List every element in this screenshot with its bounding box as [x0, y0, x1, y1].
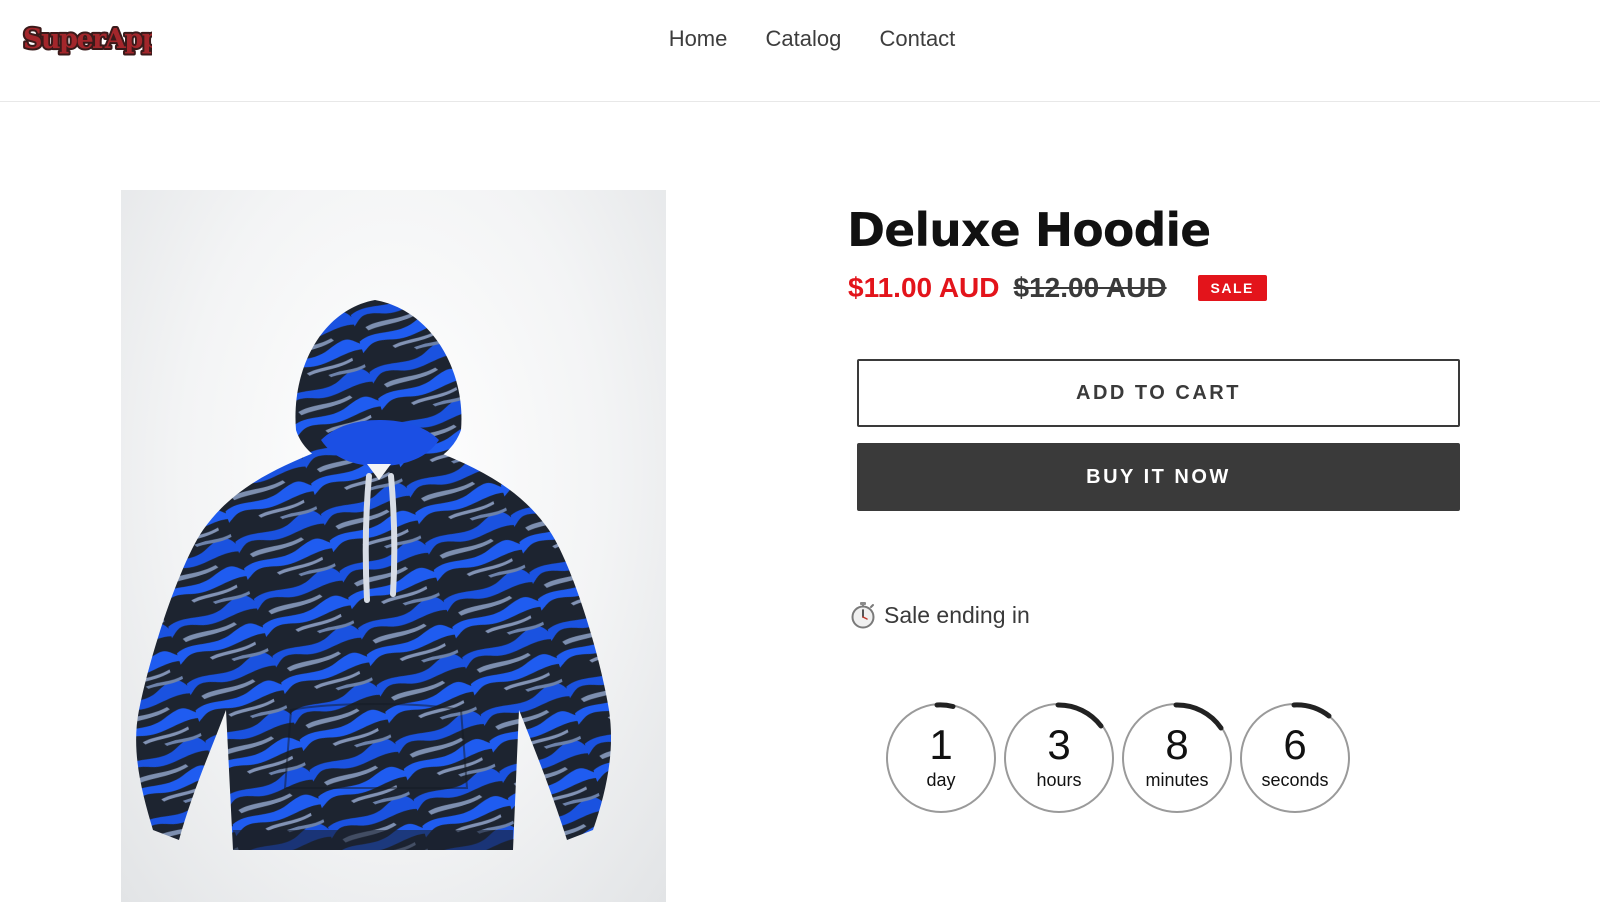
- countdown-days: 1 day: [885, 702, 997, 814]
- countdown-minutes-value: 8: [1165, 721, 1189, 768]
- price-row: $11.00 AUD $12.00 AUD SALE: [848, 270, 1267, 306]
- site-header: SuperApps SuperApps Home Catalog Contact: [0, 0, 1600, 102]
- countdown-minutes: 8 minutes: [1121, 702, 1233, 814]
- sale-price: $11.00 AUD: [848, 272, 1000, 303]
- sale-badge: SALE: [1197, 275, 1267, 301]
- countdown-days-label: day: [926, 770, 956, 790]
- countdown-seconds-value: 6: [1283, 721, 1307, 768]
- countdown-hours: 3 hours: [1003, 702, 1115, 814]
- countdown-seconds-label: seconds: [1261, 770, 1329, 790]
- regular-price: $12.00 AUD: [1013, 272, 1167, 303]
- countdown-days-value: 1: [929, 721, 953, 768]
- product-title: Deluxe Hoodie: [847, 203, 1211, 257]
- product-image[interactable]: [121, 190, 666, 902]
- countdown-seconds: 6 seconds: [1239, 702, 1351, 814]
- countdown-hours-label: hours: [1036, 770, 1082, 790]
- countdown-hours-value: 3: [1047, 721, 1071, 768]
- nav-home-link[interactable]: Home: [669, 26, 728, 52]
- nav-catalog-link[interactable]: Catalog: [766, 26, 842, 52]
- stopwatch-icon: [850, 601, 876, 629]
- sale-ending-heading: Sale ending in: [850, 601, 1030, 629]
- sale-ending-text: Sale ending in: [884, 601, 1030, 628]
- add-to-cart-button[interactable]: ADD TO CART: [857, 359, 1460, 427]
- main-nav: Home Catalog Contact: [0, 26, 1600, 52]
- hoodie-image: [136, 300, 612, 850]
- buy-it-now-button[interactable]: BUY IT NOW: [857, 443, 1460, 511]
- countdown-minutes-label: minutes: [1145, 770, 1209, 790]
- countdown-timer: 1 day 3 hours 8 minutes 6 seconds: [885, 702, 1355, 817]
- nav-contact-link[interactable]: Contact: [879, 26, 955, 52]
